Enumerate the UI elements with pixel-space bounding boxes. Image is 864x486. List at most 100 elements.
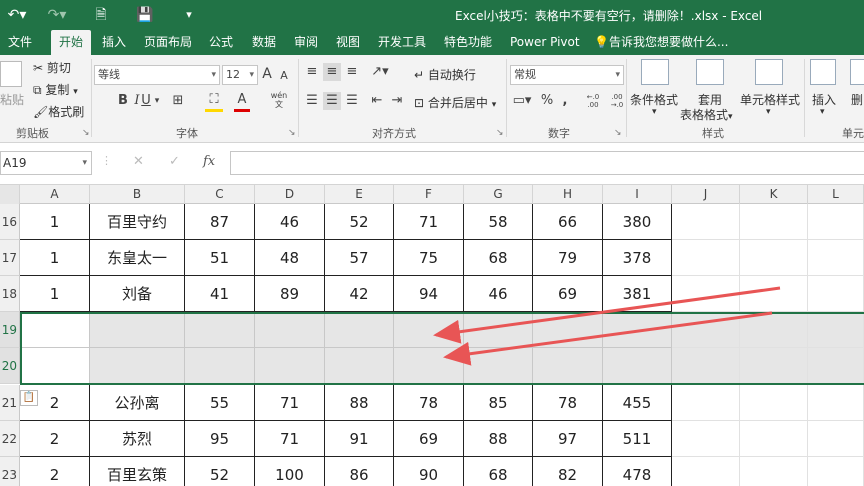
table-cell[interactable]: 苏烈: [90, 421, 185, 457]
tell-me-search[interactable]: 💡告诉我您想要做什么...: [592, 30, 730, 55]
table-cell[interactable]: 百里守约: [90, 204, 185, 240]
phonetic-icon[interactable]: wén 文: [270, 91, 288, 109]
column-header-D[interactable]: D: [255, 185, 325, 204]
table-cell[interactable]: [20, 348, 90, 384]
paste-button[interactable]: 粘贴: [0, 91, 24, 108]
bold-button[interactable]: B: [117, 92, 129, 110]
table-cell[interactable]: 95: [185, 421, 255, 457]
table-cell[interactable]: [325, 348, 394, 384]
grid-cell[interactable]: [740, 312, 808, 348]
table-cell[interactable]: 97: [533, 421, 603, 457]
table-cell[interactable]: 71: [255, 385, 325, 421]
table-cell[interactable]: [185, 312, 255, 348]
align-top-icon[interactable]: ≡: [303, 63, 321, 81]
grid-cell[interactable]: [808, 348, 864, 384]
tab-file[interactable]: 文件: [6, 30, 34, 55]
table-cell[interactable]: [603, 348, 672, 384]
row-header[interactable]: 23: [0, 457, 20, 486]
underline-button[interactable]: U: [139, 92, 153, 110]
table-cell[interactable]: 478: [603, 457, 672, 486]
paste-icon[interactable]: [0, 61, 22, 87]
tab-formulas[interactable]: 公式: [207, 30, 235, 55]
tab-special[interactable]: 特色功能: [442, 30, 494, 55]
grid-cell[interactable]: [808, 457, 864, 486]
column-header-K[interactable]: K: [740, 185, 808, 204]
table-cell[interactable]: 87: [185, 204, 255, 240]
cell-styles-button[interactable]: 单元格样式: [740, 91, 800, 108]
align-left-icon[interactable]: ☰: [303, 92, 321, 110]
table-cell[interactable]: [90, 348, 185, 384]
table-cell[interactable]: 48: [255, 240, 325, 276]
table-cell[interactable]: 94: [394, 276, 464, 312]
delete-cells-button[interactable]: 删: [851, 91, 863, 108]
save-icon[interactable]: 💾: [136, 5, 154, 25]
table-cell[interactable]: 公孙离: [90, 385, 185, 421]
chevron-down-icon[interactable]: ▾: [820, 107, 825, 117]
table-cell[interactable]: 90: [394, 457, 464, 486]
table-cell[interactable]: [394, 348, 464, 384]
decrease-indent-icon[interactable]: ⇤: [368, 92, 386, 110]
table-cell[interactable]: 66: [533, 204, 603, 240]
conditional-format-button[interactable]: 条件格式: [630, 91, 678, 108]
undo-icon[interactable]: ↶▾: [4, 5, 30, 25]
column-header-J[interactable]: J: [672, 185, 740, 204]
grid-cell[interactable]: [808, 421, 864, 457]
increase-decimal-icon[interactable]: ←.0.00: [582, 93, 604, 109]
table-cell[interactable]: 82: [533, 457, 603, 486]
row-header[interactable]: 20: [0, 348, 20, 384]
grow-font-icon[interactable]: A: [260, 65, 274, 83]
table-cell[interactable]: 378: [603, 240, 672, 276]
chevron-down-icon[interactable]: ▾: [153, 92, 161, 110]
table-cell[interactable]: 百里玄策: [90, 457, 185, 486]
table-cell[interactable]: [255, 348, 325, 384]
table-cell[interactable]: 91: [325, 421, 394, 457]
font-size-select[interactable]: 12 ▾: [222, 65, 258, 85]
select-all-corner[interactable]: [0, 185, 20, 204]
format-as-table-button[interactable]: 表格格式▾: [680, 106, 733, 123]
table-cell[interactable]: 511: [603, 421, 672, 457]
table-cell[interactable]: 57: [325, 240, 394, 276]
copy-button[interactable]: ⧉ 复制 ▾: [33, 81, 78, 98]
percent-button[interactable]: %: [540, 92, 554, 110]
grid-cell[interactable]: [740, 204, 808, 240]
grid-cell[interactable]: [808, 312, 864, 348]
shrink-font-icon[interactable]: A: [278, 67, 290, 85]
table-cell[interactable]: 380: [603, 204, 672, 240]
table-cell[interactable]: 455: [603, 385, 672, 421]
align-middle-icon[interactable]: ≡: [323, 63, 341, 81]
font-color-icon[interactable]: A: [234, 91, 250, 112]
paste-options-icon[interactable]: 📋: [20, 390, 38, 406]
grid-cell[interactable]: [808, 276, 864, 312]
table-cell[interactable]: 88: [464, 421, 533, 457]
tab-insert[interactable]: 插入: [100, 30, 128, 55]
tab-home[interactable]: 开始: [51, 30, 92, 55]
table-cell[interactable]: 东皇太一: [90, 240, 185, 276]
grid-cell[interactable]: [808, 240, 864, 276]
cancel-icon[interactable]: ✕: [133, 154, 144, 169]
tab-review[interactable]: 审阅: [292, 30, 320, 55]
table-cell[interactable]: 381: [603, 276, 672, 312]
enter-icon[interactable]: ✓: [169, 154, 180, 169]
tab-page-layout[interactable]: 页面布局: [142, 30, 194, 55]
table-cell[interactable]: 68: [464, 457, 533, 486]
table-cell[interactable]: [394, 312, 464, 348]
table-cell[interactable]: 1: [20, 204, 90, 240]
column-header-F[interactable]: F: [394, 185, 464, 204]
grid-cell[interactable]: [672, 457, 740, 486]
table-cell[interactable]: 2: [20, 421, 90, 457]
table-cell[interactable]: 78: [533, 385, 603, 421]
table-cell[interactable]: 79: [533, 240, 603, 276]
row-header[interactable]: 17: [0, 240, 20, 276]
table-cell[interactable]: 68: [464, 240, 533, 276]
redo-icon[interactable]: ↷▾: [44, 5, 70, 25]
formula-input[interactable]: [230, 151, 864, 175]
currency-icon[interactable]: ▭▾: [511, 92, 533, 110]
grid-cell[interactable]: [808, 385, 864, 421]
chevron-down-icon[interactable]: ▾: [652, 107, 657, 117]
align-bottom-icon[interactable]: ≡: [343, 63, 361, 81]
table-cell[interactable]: 86: [325, 457, 394, 486]
table-cell[interactable]: 89: [255, 276, 325, 312]
column-header-L[interactable]: L: [808, 185, 864, 204]
column-header-H[interactable]: H: [533, 185, 603, 204]
grid-cell[interactable]: [672, 312, 740, 348]
